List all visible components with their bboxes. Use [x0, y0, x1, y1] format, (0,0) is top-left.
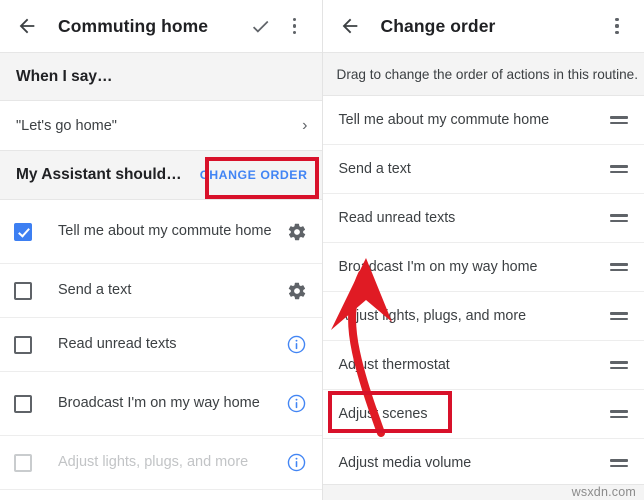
checkbox-unchecked-icon[interactable]: [14, 281, 32, 300]
drag-handle-icon[interactable]: [610, 212, 628, 224]
reorder-label: Broadcast I'm on my way home: [338, 259, 538, 275]
assistant-should-header: My Assistant should… CHANGE ORDER: [0, 150, 322, 200]
assistant-should-label: My Assistant should…: [16, 166, 182, 183]
reorder-row[interactable]: Adjust media volume: [322, 439, 644, 488]
reorder-row[interactable]: Tell me about my commute home: [322, 96, 644, 145]
trigger-phrase-row[interactable]: "Let's go home" ›: [0, 101, 322, 150]
right-app-bar: Change order: [322, 0, 644, 52]
drag-handle-icon[interactable]: [610, 359, 628, 371]
reorder-row[interactable]: Adjust thermostat: [322, 341, 644, 390]
reorder-row[interactable]: Adjust scenes: [322, 390, 644, 439]
when-i-say-header: When I say…: [0, 52, 322, 101]
drag-handle-icon[interactable]: [610, 114, 628, 126]
routine-detail-screen: Commuting home When I say… "Let's go hom…: [0, 0, 323, 500]
left-app-bar: Commuting home: [0, 0, 322, 52]
action-row[interactable]: Adjust thermostat: [0, 490, 322, 500]
checkbox-unchecked-icon[interactable]: [14, 335, 32, 354]
reorder-hint-text: Drag to change the order of actions in t…: [336, 66, 639, 82]
change-order-screen: Change order Drag to change the order of…: [322, 0, 644, 500]
overflow-dots: [292, 16, 297, 36]
checkbox-unchecked-icon[interactable]: [14, 394, 32, 413]
action-label: Tell me about my commute home: [58, 223, 272, 239]
action-label: Adjust lights, plugs, and more: [58, 454, 249, 470]
info-icon[interactable]: [284, 391, 310, 417]
info-icon[interactable]: [284, 332, 310, 358]
action-list: Tell me about my commute home Send a text…: [0, 200, 322, 500]
reorder-hint-banner: Drag to change the order of actions in t…: [322, 52, 644, 96]
watermark: wsxdn.com: [571, 485, 636, 499]
action-label: Read unread texts: [58, 336, 177, 352]
action-row[interactable]: Adjust lights, plugs, and more: [0, 436, 322, 490]
reorder-label: Adjust media volume: [338, 455, 472, 471]
reorder-list: Tell me about my commute home Send a text…: [322, 96, 644, 488]
gear-icon[interactable]: [284, 278, 310, 304]
reorder-row[interactable]: Send a text: [322, 145, 644, 194]
dual-screenshot-container: Commuting home When I say… "Let's go hom…: [0, 0, 644, 500]
reorder-row[interactable]: Adjust lights, plugs, and more: [322, 292, 644, 341]
action-row[interactable]: Broadcast I'm on my way home: [0, 372, 322, 436]
action-row[interactable]: Send a text: [0, 264, 322, 318]
more-vert-icon[interactable]: [600, 9, 634, 43]
back-arrow-icon[interactable]: [10, 9, 44, 43]
overflow-dots: [615, 16, 619, 36]
reorder-label: Adjust thermostat: [338, 357, 450, 373]
reorder-label: Send a text: [338, 161, 411, 177]
reorder-row[interactable]: Read unread texts: [322, 194, 644, 243]
checkbox-checked-icon[interactable]: [14, 222, 32, 241]
check-icon[interactable]: [244, 9, 278, 43]
info-icon[interactable]: [284, 450, 310, 476]
change-order-button[interactable]: CHANGE ORDER: [190, 160, 318, 190]
drag-handle-icon[interactable]: [610, 261, 628, 273]
back-arrow-icon[interactable]: [333, 9, 367, 43]
action-row[interactable]: Tell me about my commute home: [0, 200, 322, 264]
when-i-say-label: When I say…: [16, 67, 113, 85]
action-label: Broadcast I'm on my way home: [58, 395, 260, 411]
reorder-label: Adjust scenes: [338, 406, 428, 422]
chevron-right-icon: ›: [302, 116, 308, 134]
drag-handle-icon[interactable]: [610, 457, 628, 469]
action-label: Send a text: [58, 282, 132, 298]
reorder-label: Tell me about my commute home: [338, 112, 550, 128]
action-row[interactable]: Read unread texts: [0, 318, 322, 372]
checkbox-unchecked-icon[interactable]: [14, 453, 32, 472]
reorder-label: Adjust lights, plugs, and more: [338, 308, 527, 324]
page-title: Commuting home: [58, 15, 209, 36]
drag-handle-icon[interactable]: [610, 163, 628, 175]
gear-icon[interactable]: [284, 219, 310, 245]
more-vert-icon[interactable]: [278, 9, 312, 43]
trigger-phrase-text: "Let's go home": [16, 117, 117, 134]
drag-handle-icon[interactable]: [610, 408, 628, 420]
page-title: Change order: [380, 15, 496, 36]
reorder-label: Read unread texts: [338, 210, 456, 226]
drag-handle-icon[interactable]: [610, 310, 628, 322]
reorder-row[interactable]: Broadcast I'm on my way home: [322, 243, 644, 292]
